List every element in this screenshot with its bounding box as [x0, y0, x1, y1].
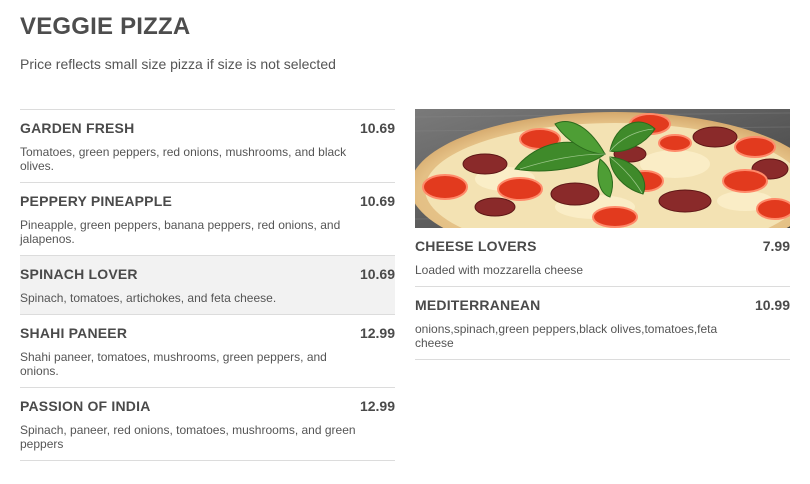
- menu-item-name: MEDITERRANEAN: [415, 297, 541, 313]
- menu-item-description: onions,spinach,green peppers,black olive…: [415, 322, 718, 350]
- menu-item-name: SPINACH LOVER: [20, 266, 138, 282]
- menu-item-shahi-paneer[interactable]: SHAHI PANEER 12.99 Shahi paneer, tomatoe…: [20, 315, 395, 388]
- menu-item-name: PASSION OF INDIA: [20, 398, 151, 414]
- menu-item-price: 10.69: [359, 266, 395, 282]
- menu-item-name: GARDEN FRESH: [20, 120, 135, 136]
- menu-page: VEGGIE PIZZA Price reflects small size p…: [0, 0, 810, 484]
- menu-item-description: Pineapple, green peppers, banana peppers…: [20, 218, 341, 246]
- menu-item-name: PEPPERY PINEAPPLE: [20, 193, 173, 209]
- menu-item-price: 12.99: [359, 398, 395, 414]
- menu-item-passion-of-india[interactable]: PASSION OF INDIA 12.99 Spinach, paneer, …: [20, 388, 395, 461]
- page-subtitle: Price reflects small size pizza if size …: [20, 56, 336, 72]
- menu-item-cheese-lovers[interactable]: CHEESE LOVERS 7.99 Loaded with mozzarell…: [415, 228, 790, 287]
- menu-item-price: 10.99: [754, 297, 790, 313]
- pizza-image: [415, 109, 790, 228]
- menu-item-price: 10.69: [359, 120, 395, 136]
- menu-item-mediterranean[interactable]: MEDITERRANEAN 10.99 onions,spinach,green…: [415, 287, 790, 360]
- menu-item-price: 12.99: [359, 325, 395, 341]
- menu-item-spinach-lover[interactable]: SPINACH LOVER 10.69 Spinach, tomatoes, a…: [20, 256, 395, 315]
- menu-item-description: Spinach, paneer, red onions, tomatoes, m…: [20, 423, 356, 451]
- menu-item-price: 10.69: [359, 193, 395, 209]
- menu-item-description: Spinach, tomatoes, artichokes, and feta …: [20, 291, 277, 305]
- menu-list-right: CHEESE LOVERS 7.99 Loaded with mozzarell…: [415, 109, 790, 360]
- menu-item-garden-fresh[interactable]: GARDEN FRESH 10.69 Tomatoes, green peppe…: [20, 110, 395, 183]
- menu-item-name: CHEESE LOVERS: [415, 238, 537, 254]
- menu-item-description: Tomatoes, green peppers, red onions, mus…: [20, 145, 347, 173]
- menu-item-description: Loaded with mozzarella cheese: [415, 263, 584, 277]
- menu-item-price: 7.99: [762, 238, 790, 254]
- page-title: VEGGIE PIZZA: [20, 13, 191, 40]
- menu-item-peppery-pineapple[interactable]: PEPPERY PINEAPPLE 10.69 Pineapple, green…: [20, 183, 395, 256]
- menu-item-description: Shahi paneer, tomatoes, mushrooms, green…: [20, 350, 327, 378]
- menu-list-left: GARDEN FRESH 10.69 Tomatoes, green peppe…: [20, 109, 395, 461]
- menu-item-name: SHAHI PANEER: [20, 325, 128, 341]
